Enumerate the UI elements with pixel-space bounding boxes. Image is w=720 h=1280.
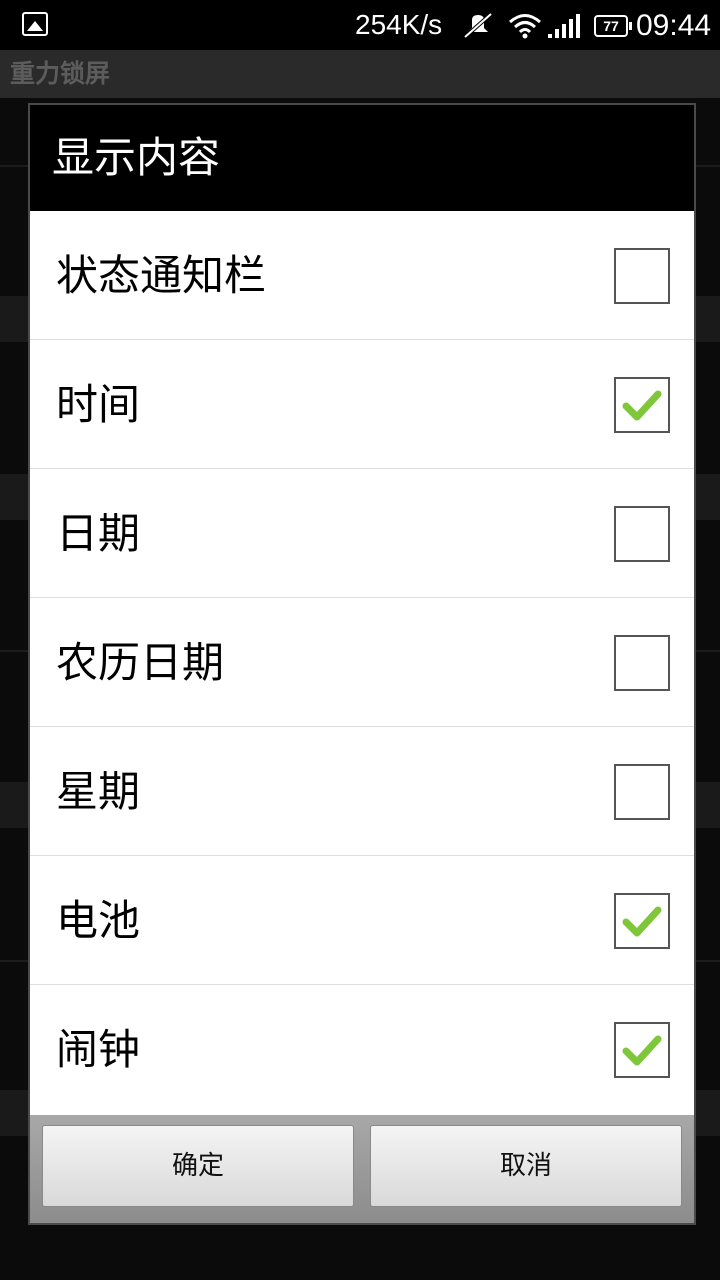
signal-icon bbox=[548, 14, 580, 38]
mute-icon bbox=[463, 12, 493, 39]
status-bar: 254K/s 77 09:44 bbox=[0, 0, 720, 50]
display-content-dialog: 显示内容 状态通知栏 时间 日期 农历日期 星期 电池 闹钟 确定 取消 bbox=[28, 103, 696, 1225]
option-weekday[interactable]: 星期 bbox=[30, 727, 694, 856]
wifi-icon bbox=[509, 14, 541, 39]
option-label: 闹钟 bbox=[56, 1025, 141, 1074]
checkbox-unchecked[interactable] bbox=[614, 764, 670, 820]
clock: 09:44 bbox=[636, 9, 712, 42]
network-speed: 254K/s bbox=[355, 9, 443, 40]
cancel-button[interactable]: 取消 bbox=[370, 1125, 682, 1207]
option-label: 星期 bbox=[56, 767, 141, 816]
check-icon bbox=[622, 390, 662, 421]
option-alarm[interactable]: 闹钟 bbox=[30, 985, 694, 1114]
option-label: 时间 bbox=[56, 380, 141, 429]
option-label: 农历日期 bbox=[56, 638, 225, 687]
battery-icon: 77 bbox=[594, 15, 632, 37]
option-label: 日期 bbox=[56, 509, 141, 558]
option-time[interactable]: 时间 bbox=[30, 340, 694, 469]
option-status-bar[interactable]: 状态通知栏 bbox=[30, 211, 694, 340]
gallery-icon bbox=[22, 12, 48, 36]
option-label: 电池 bbox=[56, 896, 141, 945]
checkbox-checked[interactable] bbox=[614, 893, 670, 949]
checkbox-checked[interactable] bbox=[614, 377, 670, 433]
background-title: 重力锁屏 bbox=[0, 50, 720, 98]
dialog-title: 显示内容 bbox=[30, 105, 694, 211]
option-label: 状态通知栏 bbox=[56, 251, 267, 300]
options-list: 状态通知栏 时间 日期 农历日期 星期 电池 闹钟 bbox=[30, 211, 694, 1115]
checkbox-checked[interactable] bbox=[614, 1022, 670, 1078]
checkbox-unchecked[interactable] bbox=[614, 506, 670, 562]
checkbox-unchecked[interactable] bbox=[614, 635, 670, 691]
checkbox-unchecked[interactable] bbox=[614, 248, 670, 304]
check-icon bbox=[622, 906, 662, 937]
option-lunar-date[interactable]: 农历日期 bbox=[30, 598, 694, 727]
option-battery[interactable]: 电池 bbox=[30, 856, 694, 985]
option-date[interactable]: 日期 bbox=[30, 469, 694, 598]
ok-button[interactable]: 确定 bbox=[42, 1125, 354, 1207]
dialog-button-bar: 确定 取消 bbox=[30, 1115, 694, 1223]
check-icon bbox=[622, 1035, 662, 1066]
